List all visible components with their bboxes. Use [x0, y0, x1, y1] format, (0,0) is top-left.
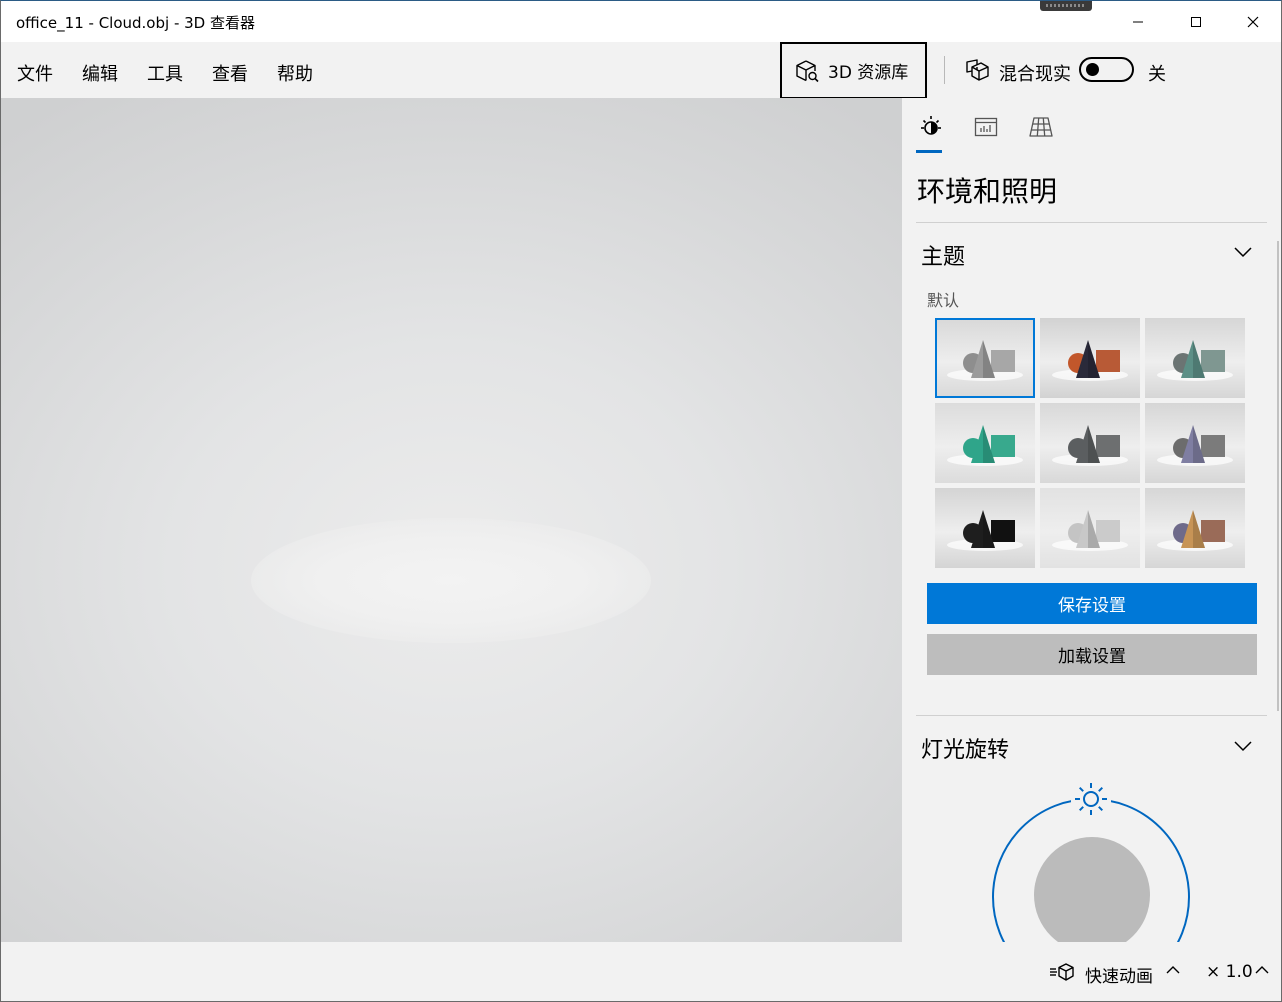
close-icon [1247, 16, 1259, 27]
light-handle[interactable] [1071, 779, 1111, 819]
mixed-reality-toggle[interactable] [1079, 57, 1134, 82]
stats-grid-icon [974, 117, 998, 137]
chevron-up-icon[interactable] [1165, 964, 1181, 976]
theme-thumbnail[interactable] [1145, 318, 1245, 398]
panel-title: 环境和照明 [917, 175, 1058, 208]
theme-thumbnail[interactable] [1040, 488, 1140, 568]
theme-thumbnail[interactable] [1040, 403, 1140, 483]
minimize-icon [1133, 21, 1143, 22]
theme-thumbnail[interactable] [1145, 403, 1245, 483]
theme-preview-icon [1040, 403, 1140, 483]
3d-library-button[interactable]: 3D 资源库 [780, 42, 927, 99]
light-rotation-heading[interactable]: 灯光旋转 [921, 732, 1009, 764]
theme-thumbnail[interactable] [1145, 488, 1245, 568]
menu-help[interactable]: 帮助 [277, 60, 313, 86]
mixed-reality-label: 混合现实 [999, 64, 1071, 85]
theme-thumbnail[interactable] [1040, 318, 1140, 398]
theme-thumbnail[interactable] [935, 318, 1035, 398]
active-tab-indicator [916, 150, 942, 153]
close-button[interactable] [1224, 1, 1282, 42]
chevron-down-icon[interactable] [1233, 740, 1253, 752]
theme-preview-icon [1040, 318, 1140, 398]
animation-speed-label[interactable]: × 1.0 [1206, 962, 1253, 982]
grid-icon [1029, 117, 1053, 137]
tab-statistics[interactable] [971, 112, 1001, 142]
3d-viewport[interactable] [1, 98, 902, 942]
quick-animation-label[interactable]: 快速动画 [1085, 962, 1153, 987]
window-title: office_11 - Cloud.obj - 3D 查看器 [16, 14, 255, 32]
theme-preview-icon [1145, 318, 1245, 398]
menu-view[interactable]: 查看 [212, 60, 248, 86]
theme-thumbnail[interactable] [935, 488, 1035, 568]
ground-shadow [251, 518, 651, 643]
theme-preview-icon [1040, 488, 1140, 568]
panel-scrollbar[interactable] [1277, 241, 1279, 711]
divider [916, 715, 1267, 716]
chevron-down-icon[interactable] [1233, 246, 1253, 258]
theme-thumbnail[interactable] [935, 403, 1035, 483]
3d-library-icon [796, 59, 819, 82]
theme-section-heading[interactable]: 主题 [921, 239, 965, 271]
status-bar: 快速动画 × 1.0 [1, 942, 1281, 1001]
maximize-icon [1191, 16, 1201, 27]
title-bar: office_11 - Cloud.obj - 3D 查看器 [1, 1, 1281, 42]
theme-preview-icon [935, 318, 1035, 398]
settings-panel: 环境和照明 主题 默认 保存设置 加载设置 灯光旋转 [902, 98, 1281, 942]
theme-preview-icon [935, 488, 1035, 568]
load-settings-button[interactable]: 加载设置 [927, 634, 1257, 675]
theme-preview-icon [1145, 403, 1245, 483]
save-settings-button[interactable]: 保存设置 [927, 583, 1257, 624]
tab-environment-lighting[interactable] [916, 112, 946, 142]
minimize-button[interactable] [1109, 1, 1167, 42]
chevron-up-icon[interactable] [1254, 964, 1270, 976]
theme-subheading: 默认 [927, 291, 960, 310]
mixed-reality-state: 关 [1148, 64, 1166, 85]
divider [916, 222, 1267, 223]
menu-file[interactable]: 文件 [17, 60, 53, 86]
app-window: office_11 - Cloud.obj - 3D 查看器 文件 编辑 工具 … [0, 0, 1282, 1002]
mixed-reality-icon [966, 59, 989, 81]
toggle-knob [1086, 63, 1099, 76]
menu-edit[interactable]: 编辑 [82, 60, 118, 86]
sun-icon [921, 116, 941, 135]
tab-mesh-grid[interactable] [1026, 112, 1056, 142]
sun-handle-icon [1075, 783, 1107, 815]
theme-preview-icon [1145, 488, 1245, 568]
snap-grip-icon[interactable] [1040, 1, 1092, 11]
quick-animation-icon[interactable] [1049, 962, 1077, 982]
menu-bar: 文件 编辑 工具 查看 帮助 3D 资源库 混合现实 关 [1, 42, 1281, 99]
menu-divider [944, 56, 945, 84]
theme-preview-icon [935, 403, 1035, 483]
light-preview-sphere [1034, 837, 1150, 942]
menu-tools[interactable]: 工具 [147, 60, 183, 86]
maximize-button[interactable] [1167, 1, 1225, 42]
3d-library-label: 3D 资源库 [828, 63, 909, 83]
